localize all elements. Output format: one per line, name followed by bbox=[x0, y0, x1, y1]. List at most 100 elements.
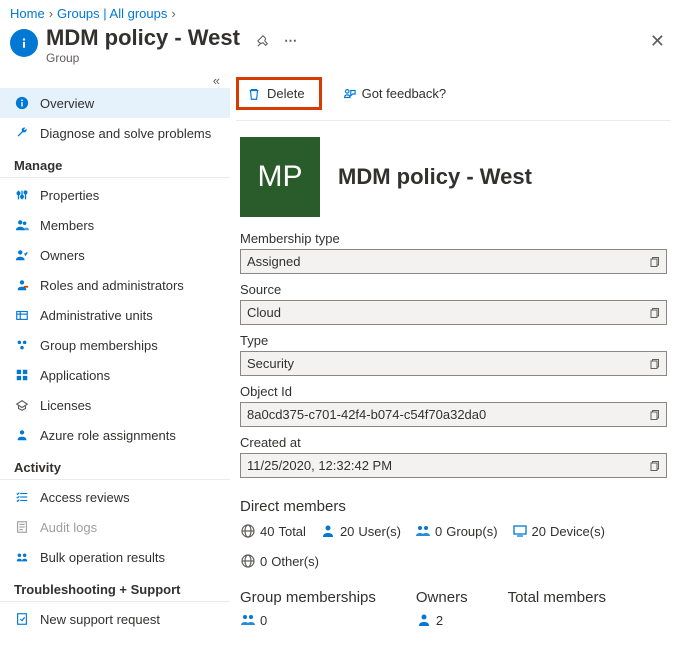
trash-icon bbox=[247, 87, 261, 101]
group-icon bbox=[415, 523, 431, 539]
sidebar-item-diagnose[interactable]: Diagnose and solve problems bbox=[0, 118, 230, 148]
sidebar-label: Diagnose and solve problems bbox=[40, 126, 211, 141]
summary-label: Owners bbox=[416, 589, 468, 606]
checklist-icon bbox=[14, 489, 30, 505]
support-icon bbox=[14, 611, 30, 627]
stat-label: Group(s) bbox=[446, 524, 497, 539]
field-value-box: Cloud bbox=[240, 300, 667, 325]
field-value-box: Security bbox=[240, 351, 667, 376]
copy-icon[interactable] bbox=[648, 307, 660, 319]
sidebar-label: Group memberships bbox=[40, 338, 158, 353]
toolbar: Delete Got feedback? bbox=[236, 69, 671, 121]
sidebar-item-overview[interactable]: Overview bbox=[0, 88, 230, 118]
direct-members-stats: 40 Total 20 User(s) 0 Group(s) 20 Device… bbox=[236, 523, 671, 569]
field-created-at: Created at 11/25/2020, 12:32:42 PM bbox=[236, 429, 671, 480]
field-value: Security bbox=[247, 356, 294, 371]
summary-total[interactable]: Total members bbox=[508, 589, 606, 628]
direct-members-heading: Direct members bbox=[236, 480, 671, 523]
stat-value: 0 bbox=[435, 524, 442, 539]
main-panel: Delete Got feedback? MP MDM policy - Wes… bbox=[230, 69, 681, 634]
sidebar-heading-activity: Activity bbox=[0, 450, 230, 480]
page-subtitle: Group bbox=[46, 51, 240, 65]
sidebar-item-licenses[interactable]: Licenses bbox=[0, 390, 230, 420]
sidebar-item-members[interactable]: Members bbox=[0, 210, 230, 240]
person-icon bbox=[14, 427, 30, 443]
copy-icon[interactable] bbox=[648, 409, 660, 421]
field-label: Source bbox=[240, 282, 667, 297]
field-membership-type: Membership type Assigned bbox=[236, 225, 671, 276]
sidebar-item-azurerole[interactable]: Azure role assignments bbox=[0, 420, 230, 450]
bottom-summary: Group memberships 0 Owners 2 Total membe… bbox=[236, 569, 671, 628]
stat-label: Total bbox=[278, 524, 305, 539]
sidebar-item-memberships[interactable]: Group memberships bbox=[0, 330, 230, 360]
sidebar-item-applications[interactable]: Applications bbox=[0, 360, 230, 390]
sidebar-item-support[interactable]: New support request bbox=[0, 604, 230, 634]
sidebar-item-bulk[interactable]: Bulk operation results bbox=[0, 542, 230, 572]
sidebar-label: Bulk operation results bbox=[40, 550, 165, 565]
copy-icon[interactable] bbox=[648, 358, 660, 370]
toolbar-label: Got feedback? bbox=[362, 86, 447, 101]
sidebar-label: Azure role assignments bbox=[40, 428, 176, 443]
sidebar-label: Properties bbox=[40, 188, 99, 203]
sidebar-item-properties[interactable]: Properties bbox=[0, 180, 230, 210]
avatar: MP bbox=[240, 137, 320, 217]
audit-icon bbox=[14, 519, 30, 535]
collapse-icon[interactable]: « bbox=[0, 73, 230, 88]
breadcrumb-home[interactable]: Home bbox=[10, 6, 45, 21]
applications-icon bbox=[14, 367, 30, 383]
sidebar-label: Access reviews bbox=[40, 490, 130, 505]
sidebar-label: Administrative units bbox=[40, 308, 153, 323]
field-value-box: Assigned bbox=[240, 249, 667, 274]
feedback-button[interactable]: Got feedback? bbox=[342, 86, 447, 101]
field-value-box: 11/25/2020, 12:32:42 PM bbox=[240, 453, 667, 478]
field-source: Source Cloud bbox=[236, 276, 671, 327]
sidebar-label: Overview bbox=[40, 96, 94, 111]
device-icon bbox=[512, 523, 528, 539]
copy-icon[interactable] bbox=[648, 256, 660, 268]
stat-value: 0 bbox=[260, 554, 267, 569]
summary-value: 2 bbox=[436, 613, 443, 628]
chevron-right-icon: › bbox=[49, 6, 53, 21]
wrench-icon bbox=[14, 125, 30, 141]
field-value: Cloud bbox=[247, 305, 281, 320]
person-icon bbox=[320, 523, 336, 539]
sidebar-item-owners[interactable]: Owners bbox=[0, 240, 230, 270]
copy-icon[interactable] bbox=[648, 460, 660, 472]
sidebar: « Overview Diagnose and solve problems M… bbox=[0, 69, 230, 634]
globe-icon bbox=[240, 553, 256, 569]
roles-icon bbox=[14, 277, 30, 293]
sidebar-heading-manage: Manage bbox=[0, 148, 230, 178]
stat-value: 20 bbox=[340, 524, 354, 539]
summary-owners[interactable]: Owners 2 bbox=[416, 589, 468, 628]
stat-users[interactable]: 20 User(s) bbox=[320, 523, 401, 539]
more-icon[interactable]: ⋯ bbox=[284, 33, 299, 49]
licenses-icon bbox=[14, 397, 30, 413]
stat-total[interactable]: 40 Total bbox=[240, 523, 306, 539]
group-header: MP MDM policy - West bbox=[236, 121, 671, 225]
toolbar-label: Delete bbox=[267, 86, 305, 101]
bulk-icon bbox=[14, 549, 30, 565]
field-value: 8a0cd375-c701-42f4-b074-c54f70a32da0 bbox=[247, 407, 486, 422]
pin-icon[interactable] bbox=[256, 34, 270, 48]
stat-groups[interactable]: 0 Group(s) bbox=[415, 523, 498, 539]
memberships-icon bbox=[14, 337, 30, 353]
chevron-right-icon: › bbox=[171, 6, 175, 21]
sidebar-item-roles[interactable]: Roles and administrators bbox=[0, 270, 230, 300]
field-label: Type bbox=[240, 333, 667, 348]
sidebar-item-access[interactable]: Access reviews bbox=[0, 482, 230, 512]
summary-memberships[interactable]: Group memberships 0 bbox=[240, 589, 376, 628]
delete-button[interactable]: Delete bbox=[236, 77, 322, 110]
page-title: MDM policy - West bbox=[46, 25, 240, 51]
field-object-id: Object Id 8a0cd375-c701-42f4-b074-c54f70… bbox=[236, 378, 671, 429]
sidebar-item-adminunits[interactable]: Administrative units bbox=[0, 300, 230, 330]
close-icon[interactable]: ✕ bbox=[650, 31, 665, 52]
stat-others[interactable]: 0 Other(s) bbox=[240, 553, 319, 569]
breadcrumb-groups[interactable]: Groups | All groups bbox=[57, 6, 167, 21]
field-type: Type Security bbox=[236, 327, 671, 378]
globe-icon bbox=[240, 523, 256, 539]
stat-devices[interactable]: 20 Device(s) bbox=[512, 523, 605, 539]
stat-label: User(s) bbox=[358, 524, 401, 539]
info-icon bbox=[10, 29, 38, 57]
field-value: Assigned bbox=[247, 254, 300, 269]
sidebar-heading-trouble: Troubleshooting + Support bbox=[0, 572, 230, 602]
